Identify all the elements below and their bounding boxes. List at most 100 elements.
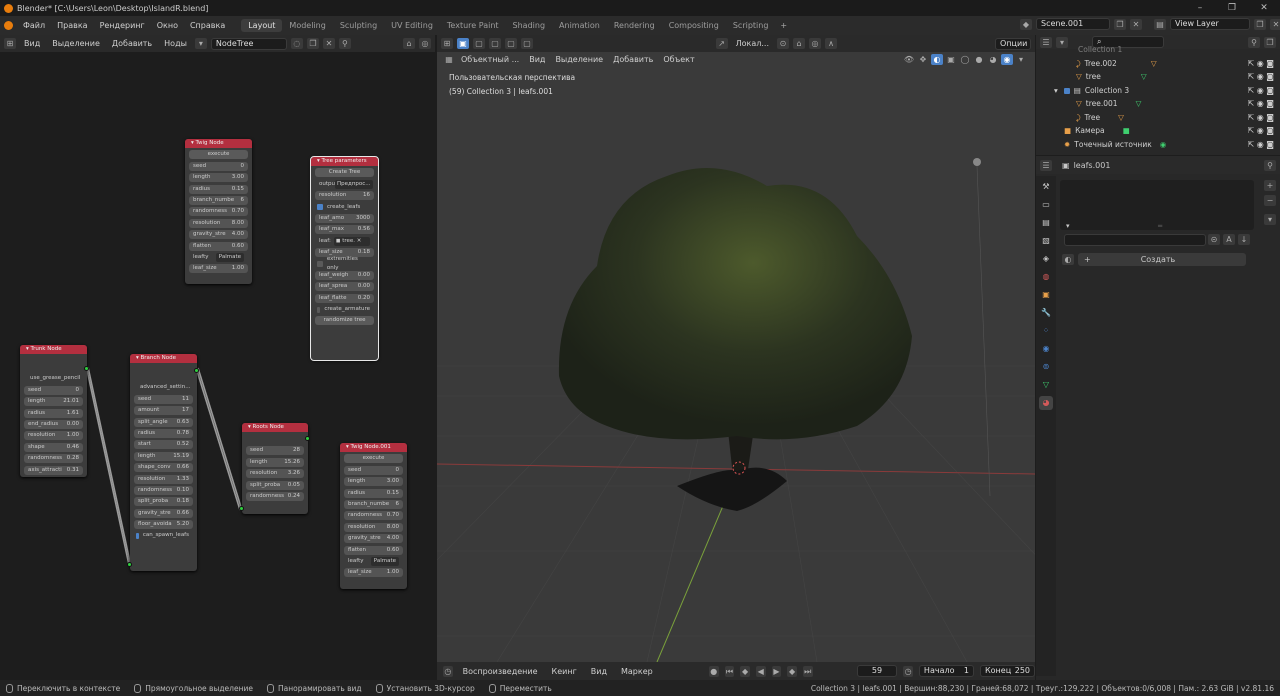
twig-field-length[interactable]: length 3.00: [189, 173, 248, 183]
timeline-editor-icon[interactable]: ◷: [443, 665, 453, 677]
branch-input-socket[interactable]: [127, 562, 132, 567]
leaf-object-field[interactable]: leaf: ◼ tree. ✕: [315, 236, 374, 246]
delete-scene-icon[interactable]: ✕: [1130, 18, 1142, 30]
sort-alpha-icon[interactable]: A: [1223, 234, 1235, 245]
twig-node[interactable]: ▾ Twig Node execute seed 0 length 3.00 rad…: [185, 139, 252, 284]
viewport-menu-object[interactable]: Объект: [659, 55, 698, 64]
tab-scripting[interactable]: Scripting: [726, 19, 776, 32]
twig-field-seed[interactable]: seed 0: [189, 161, 248, 171]
proportional-edit-icon[interactable]: ◎: [809, 38, 821, 49]
roots-field-split-proba[interactable]: split_proba 0.05: [246, 480, 304, 490]
twig001-field-leaf-size[interactable]: leaf_size 1.00: [344, 568, 403, 578]
menu-file[interactable]: Файл: [17, 21, 51, 30]
wireframe-shading-icon[interactable]: ◯: [959, 53, 971, 65]
branch-output-socket[interactable]: [194, 368, 199, 373]
row-visibility-icons[interactable]: ⇱ ◉ ◙: [1247, 99, 1274, 108]
scene-icon[interactable]: ◆: [1020, 18, 1032, 30]
branch-node[interactable]: ▾ Branch Node advanced_settin... seed 11 …: [127, 354, 199, 571]
viewport-menu-view[interactable]: Вид: [525, 55, 549, 64]
tab-texture-paint[interactable]: Texture Paint: [440, 19, 506, 32]
advanced-settings-checkbox[interactable]: advanced_settin...: [134, 383, 193, 392]
expand-icon[interactable]: ▾: [1054, 86, 1058, 95]
branch-field-split-proba[interactable]: split_proba 0.18: [134, 497, 193, 507]
outliner-row-tree[interactable]: ▽ tree ▽ ⇱ ◉ ◙: [1036, 70, 1280, 83]
trunk-node[interactable]: ▾ Trunk Node use_grease_pencil seed 0 len…: [20, 345, 89, 477]
tab-sculpting[interactable]: Sculpting: [333, 19, 384, 32]
list-expand-icon[interactable]: ▾: [1066, 222, 1070, 230]
interaction-mode-select[interactable]: Объектный ...: [457, 55, 523, 64]
overlay-icon[interactable]: ◎: [419, 38, 431, 49]
tree-field-leaf-spread[interactable]: leaf_sprea 0.00: [315, 282, 374, 292]
start-frame-field[interactable]: Начало 1: [918, 665, 974, 677]
roots-node[interactable]: ▾ Roots Node seed 28 length 15.26 resoluti…: [239, 423, 310, 514]
constraints-tab-icon[interactable]: ⊚: [1039, 360, 1053, 374]
node-menu-view[interactable]: Вид: [20, 39, 44, 48]
roots-field-resolution[interactable]: resolution 3.26: [246, 469, 304, 479]
options-dropdown[interactable]: Опции: [995, 37, 1031, 50]
roots-field-randomness[interactable]: randomness 0.24: [246, 491, 304, 501]
branch-field-shape-conv[interactable]: shape_conv 0.66: [134, 463, 193, 473]
trunk-node-title[interactable]: ▾ Trunk Node: [20, 345, 87, 354]
trunk-field-radius[interactable]: radius 1.61: [24, 408, 83, 418]
play-icon[interactable]: ▶: [771, 665, 782, 677]
visibility-icon[interactable]: 👁: [903, 53, 915, 65]
twig001-field-length[interactable]: length 3.00: [344, 477, 403, 487]
twig001-field-flatten[interactable]: flatten 0.60: [344, 545, 403, 555]
fake-user-icon[interactable]: ◌: [290, 38, 303, 49]
outliner-row-collection1[interactable]: Collection 1: [1036, 43, 1280, 56]
outliner-row-tree002[interactable]: ⤸ Tree.002 ▽ ⇱ ◉ ◙: [1036, 57, 1280, 70]
branch-field-start[interactable]: start 0.52: [134, 440, 193, 450]
twig001-field-randomness[interactable]: randomness 0.70: [344, 511, 403, 521]
scene-field[interactable]: Scene.001: [1036, 18, 1110, 30]
timeline-menu-view[interactable]: Вид: [587, 667, 611, 676]
trunk-field-randomness[interactable]: randomness 0.28: [24, 454, 83, 464]
outliner-row-camera[interactable]: ■ Камера ■ ⇱ ◉ ◙: [1036, 124, 1280, 137]
randomize-tree-button[interactable]: randomize tree: [315, 316, 374, 326]
timeline-menu-playback[interactable]: Воспроизведение: [459, 667, 542, 676]
new-tree-icon[interactable]: ❐: [306, 38, 319, 49]
twig-field-gravity[interactable]: gravity_stre 4.00: [189, 230, 248, 240]
row-visibility-icons[interactable]: ⇱ ◉ ◙: [1247, 126, 1274, 135]
output-tab-icon[interactable]: ▤: [1039, 216, 1053, 230]
twig-node-001-title[interactable]: ▾ Twig Node.001: [340, 443, 407, 452]
view-layer-icon[interactable]: ▤: [1154, 18, 1166, 30]
output-select[interactable]: outpu Предпрос...: [315, 179, 374, 189]
branch-field-amount[interactable]: amount 17: [134, 406, 193, 416]
collection-checkbox-icon[interactable]: [1063, 87, 1070, 94]
add-slot-icon[interactable]: +: [1264, 180, 1276, 191]
twig-field-randomness[interactable]: randomness 0.70: [189, 207, 248, 217]
create-tree-button[interactable]: Create Tree: [315, 168, 374, 178]
use-grease-pencil-checkbox[interactable]: use_grease_pencil: [24, 374, 83, 383]
branch-field-radius[interactable]: radius 0.78: [134, 428, 193, 438]
render-tab-icon[interactable]: ▭: [1039, 198, 1053, 212]
new-material-button[interactable]: + Создать: [1078, 253, 1246, 266]
remove-slot-icon[interactable]: −: [1264, 195, 1276, 206]
roots-node-title[interactable]: ▾ Roots Node: [242, 423, 308, 432]
list-resize-handle[interactable]: ═: [1158, 222, 1162, 230]
minimize-button[interactable]: –: [1184, 0, 1216, 16]
roots-field-seed[interactable]: seed 28: [246, 446, 304, 456]
row-visibility-icons[interactable]: ⇱ ◉ ◙: [1247, 113, 1274, 122]
particles-tab-icon[interactable]: ⁘: [1039, 324, 1053, 338]
snap-icon[interactable]: ⌂: [403, 38, 415, 49]
browse-material-icon[interactable]: ◐: [1062, 254, 1074, 265]
roots-output-socket[interactable]: [305, 436, 310, 441]
branch-field-seed[interactable]: seed 11: [134, 394, 193, 404]
timeline-menu-marker[interactable]: Маркер: [617, 667, 657, 676]
tool-tab-icon[interactable]: ⚒: [1039, 180, 1053, 194]
interaction-mode-icon[interactable]: ▦: [443, 53, 455, 65]
menu-edit[interactable]: Правка: [51, 21, 93, 30]
3d-viewport[interactable]: ⊞ ▣ ▢ ▢ ▢ ▢ ↗ Локал... ⊙ ⌂ ◎ ∧ Опции ▦ О…: [437, 35, 1035, 680]
tree-field-leaf-amount[interactable]: leaf_amo 3000: [315, 213, 374, 223]
sort-reverse-icon[interactable]: ↓: [1238, 234, 1250, 245]
twig-execute-button[interactable]: execute: [189, 150, 248, 160]
tab-layout[interactable]: Layout: [241, 19, 283, 32]
twig-node-title[interactable]: ▾ Twig Node: [185, 139, 252, 148]
branch-field-length[interactable]: length 15.19: [134, 451, 193, 461]
twig001-field-seed[interactable]: seed 0: [344, 465, 403, 475]
row-visibility-icons[interactable]: ⇱ ◉ ◙: [1247, 59, 1274, 68]
gizmo-icon[interactable]: ✥: [917, 53, 929, 65]
outliner-row-point-light[interactable]: ✹ Точечный источник ◉ ⇱ ◉ ◙: [1036, 138, 1280, 151]
twig001-field-gravity[interactable]: gravity_stre 4.00: [344, 534, 403, 544]
branch-field-split-angle[interactable]: split_angle 0.63: [134, 417, 193, 427]
